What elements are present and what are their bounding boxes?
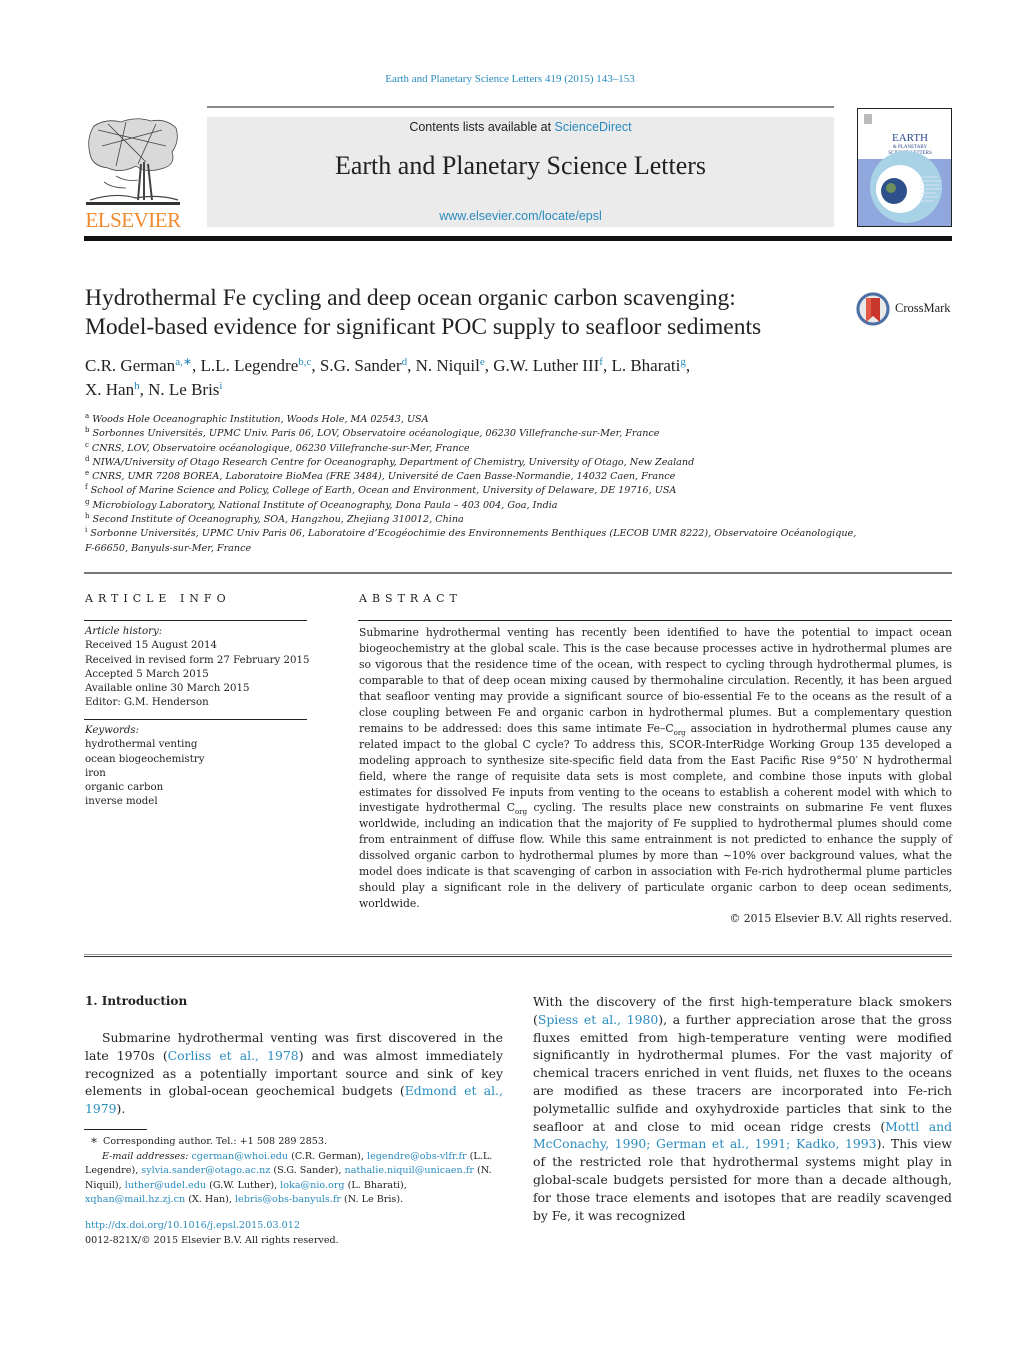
introduction-paragraph: Submarine hydrothermal venting was first… <box>85 1030 503 1117</box>
doi-link[interactable]: http://dx.doi.org/10.1016/j.epsl.2015.03… <box>85 1220 300 1231</box>
email-link[interactable]: cgerman@whoi.edu <box>191 1151 288 1162</box>
crossmark-label: CrossMark <box>895 301 951 315</box>
author-affiliation-marker[interactable]: b,c <box>298 356 311 368</box>
affiliation: g Microbiology Laboratory, National Insti… <box>85 497 558 511</box>
email-link[interactable]: legendre@obs-vlfr.fr <box>367 1151 467 1162</box>
sciencedirect-link[interactable]: ScienceDirect <box>555 120 632 134</box>
crossmark-icon <box>856 292 890 326</box>
cover-title-planetary: & PLANETARY <box>893 145 928 150</box>
article-info: Article history: Received 15 August 2014… <box>85 625 310 711</box>
affiliation-list: a Woods Hole Oceanographic Institution, W… <box>85 413 885 556</box>
corresponding-author-note: ∗ Corresponding author. Tel.: +1 508 289 … <box>85 1133 505 1150</box>
keyword: ocean biogeochemistry <box>85 753 205 765</box>
email-label: E-mail addresses: <box>102 1150 189 1162</box>
author[interactable]: C.R. Germana,∗ <box>85 356 192 375</box>
article-title: Hydrothermal Fe cycling and deep ocean o… <box>85 284 845 342</box>
section-divider <box>84 572 952 574</box>
affiliation: h Second Institute of Oceanography, SOA, … <box>85 512 464 526</box>
elsevier-logo[interactable]: ELSEVIER <box>84 116 182 232</box>
author-affiliation-marker[interactable]: i <box>219 380 222 392</box>
footnote-rule <box>84 1129 147 1130</box>
keywords-label: Keywords: <box>85 725 140 736</box>
crossmark-button[interactable]: CrossMark <box>855 291 955 327</box>
contents-prefix: Contents lists available at <box>409 120 555 134</box>
keyword: organic carbon <box>85 782 164 794</box>
introduction-heading: 1. Introduction <box>85 994 188 1008</box>
keywords-rule <box>84 719 307 720</box>
cover-title-earth: EARTH <box>892 132 928 144</box>
journal-name: Earth and Planetary Science Letters <box>334 151 707 180</box>
citation-link[interactable]: Corliss et al., 1978 <box>168 1048 299 1063</box>
article-history-label: Article history: <box>85 626 163 637</box>
keywords: Keywords: hydrothermal venting ocean bio… <box>85 724 310 810</box>
affiliation: b Sorbonnes Universités, UPMC Univ. Paris… <box>85 426 660 440</box>
keyword: inverse model <box>85 796 158 808</box>
article-title-line-2: Model-based evidence for significant POC… <box>85 314 762 340</box>
elsevier-wordmark: ELSEVIER <box>85 208 181 232</box>
author-affiliation-marker[interactable]: a,∗ <box>175 356 192 368</box>
journal-reference[interactable]: Earth and Planetary Science Letters 419 … <box>0 73 1020 85</box>
history-revised: Received in revised form 27 February 201… <box>85 654 310 666</box>
introduction-paragraph: With the discovery of the first high-tem… <box>533 994 952 1223</box>
keyword: hydrothermal venting <box>85 739 198 751</box>
affiliation: d NIWA/University of Otago Research Centr… <box>85 454 695 468</box>
affiliation: i Sorbonne Universités, UPMC Univ Paris 0… <box>85 526 857 540</box>
affiliation: c CNRS, LOV, Observatoire océanologique, … <box>85 440 470 454</box>
email-link[interactable]: luther@udel.edu <box>125 1180 206 1191</box>
contents-line: Contents lists available at ScienceDirec… <box>207 120 834 134</box>
author[interactable]: N. Niquile <box>416 356 485 375</box>
introduction-right-column: With the discovery of the first high-tem… <box>533 993 952 1224</box>
abstract-heading: ABSTRACT <box>359 592 462 605</box>
abstract-rule <box>358 620 952 621</box>
journal-masthead: Contents lists available at ScienceDirec… <box>207 117 834 227</box>
masthead-top-rule <box>207 106 834 108</box>
author[interactable]: X. Hanh <box>85 380 140 399</box>
author-list: C.R. Germana,∗, L.L. Legendreb,c, S.G. S… <box>85 356 691 399</box>
journal-url-link[interactable]: www.elsevier.com/locate/epsl <box>207 209 834 223</box>
abstract-text: Submarine hydrothermal venting has recen… <box>359 626 952 911</box>
journal-cover-thumbnail[interactable]: EARTH & PLANETARY SCIENCE LETTERS <box>857 108 952 227</box>
keyword: iron <box>85 767 106 779</box>
email-addresses: E-mail addresses: cgerman@whoi.edu (C.R.… <box>85 1150 493 1206</box>
front-matter-divider <box>84 954 952 957</box>
email-link[interactable]: lebris@obs-banyuls.fr <box>235 1194 341 1205</box>
history-accepted: Accepted 5 March 2015 <box>85 668 209 680</box>
elsevier-tree-icon <box>86 116 180 208</box>
author[interactable]: N. Le Brisi <box>148 380 222 399</box>
email-link[interactable]: loka@nio.org <box>280 1180 344 1191</box>
history-received: Received 15 August 2014 <box>85 640 217 652</box>
history-editor: Editor: G.M. Henderson <box>85 697 209 709</box>
issn-copyright: 0012-821X/© 2015 Elsevier B.V. All right… <box>85 1234 339 1246</box>
author[interactable]: S.G. Sanderd <box>320 356 407 375</box>
author[interactable]: G.W. Luther IIIf <box>493 356 603 375</box>
article-info-rule <box>84 620 307 621</box>
affiliation: a Woods Hole Oceanographic Institution, W… <box>85 412 429 426</box>
introduction-left-column: Submarine hydrothermal venting was first… <box>85 1029 503 1118</box>
doi-block: http://dx.doi.org/10.1016/j.epsl.2015.03… <box>85 1219 505 1248</box>
masthead-bottom-rule <box>84 236 952 241</box>
citation-link[interactable]: Spiess et al., 1980 <box>538 1012 658 1027</box>
author[interactable]: L. Bharatig <box>611 356 685 375</box>
abstract-copyright: © 2015 Elsevier B.V. All rights reserved… <box>729 912 952 925</box>
footnotes: ∗ Corresponding author. Tel.: +1 508 289 … <box>85 1133 505 1208</box>
article-info-heading: ARTICLE INFO <box>85 592 231 605</box>
history-online: Available online 30 March 2015 <box>85 683 250 695</box>
article-title-line-1: Hydrothermal Fe cycling and deep ocean o… <box>85 285 736 311</box>
affiliation: e CNRS, UMR 7208 BOREA, Laboratoire BioMe… <box>85 469 676 483</box>
email-link[interactable]: xqhan@mail.hz.zj.cn <box>85 1194 185 1205</box>
email-link[interactable]: nathalie.niquil@unicaen.fr <box>345 1165 474 1176</box>
journal-cover-art: EARTH & PLANETARY SCIENCE LETTERS <box>858 109 951 226</box>
affiliation-continued: F-66650, Banyuls-sur-Mer, France <box>85 542 252 554</box>
affiliation: f School of Marine Science and Policy, Co… <box>85 483 677 497</box>
author[interactable]: L.L. Legendreb,c <box>201 356 312 375</box>
footnote-star: ∗ <box>89 1133 99 1147</box>
email-link[interactable]: sylvia.sander@otago.ac.nz <box>141 1165 270 1176</box>
